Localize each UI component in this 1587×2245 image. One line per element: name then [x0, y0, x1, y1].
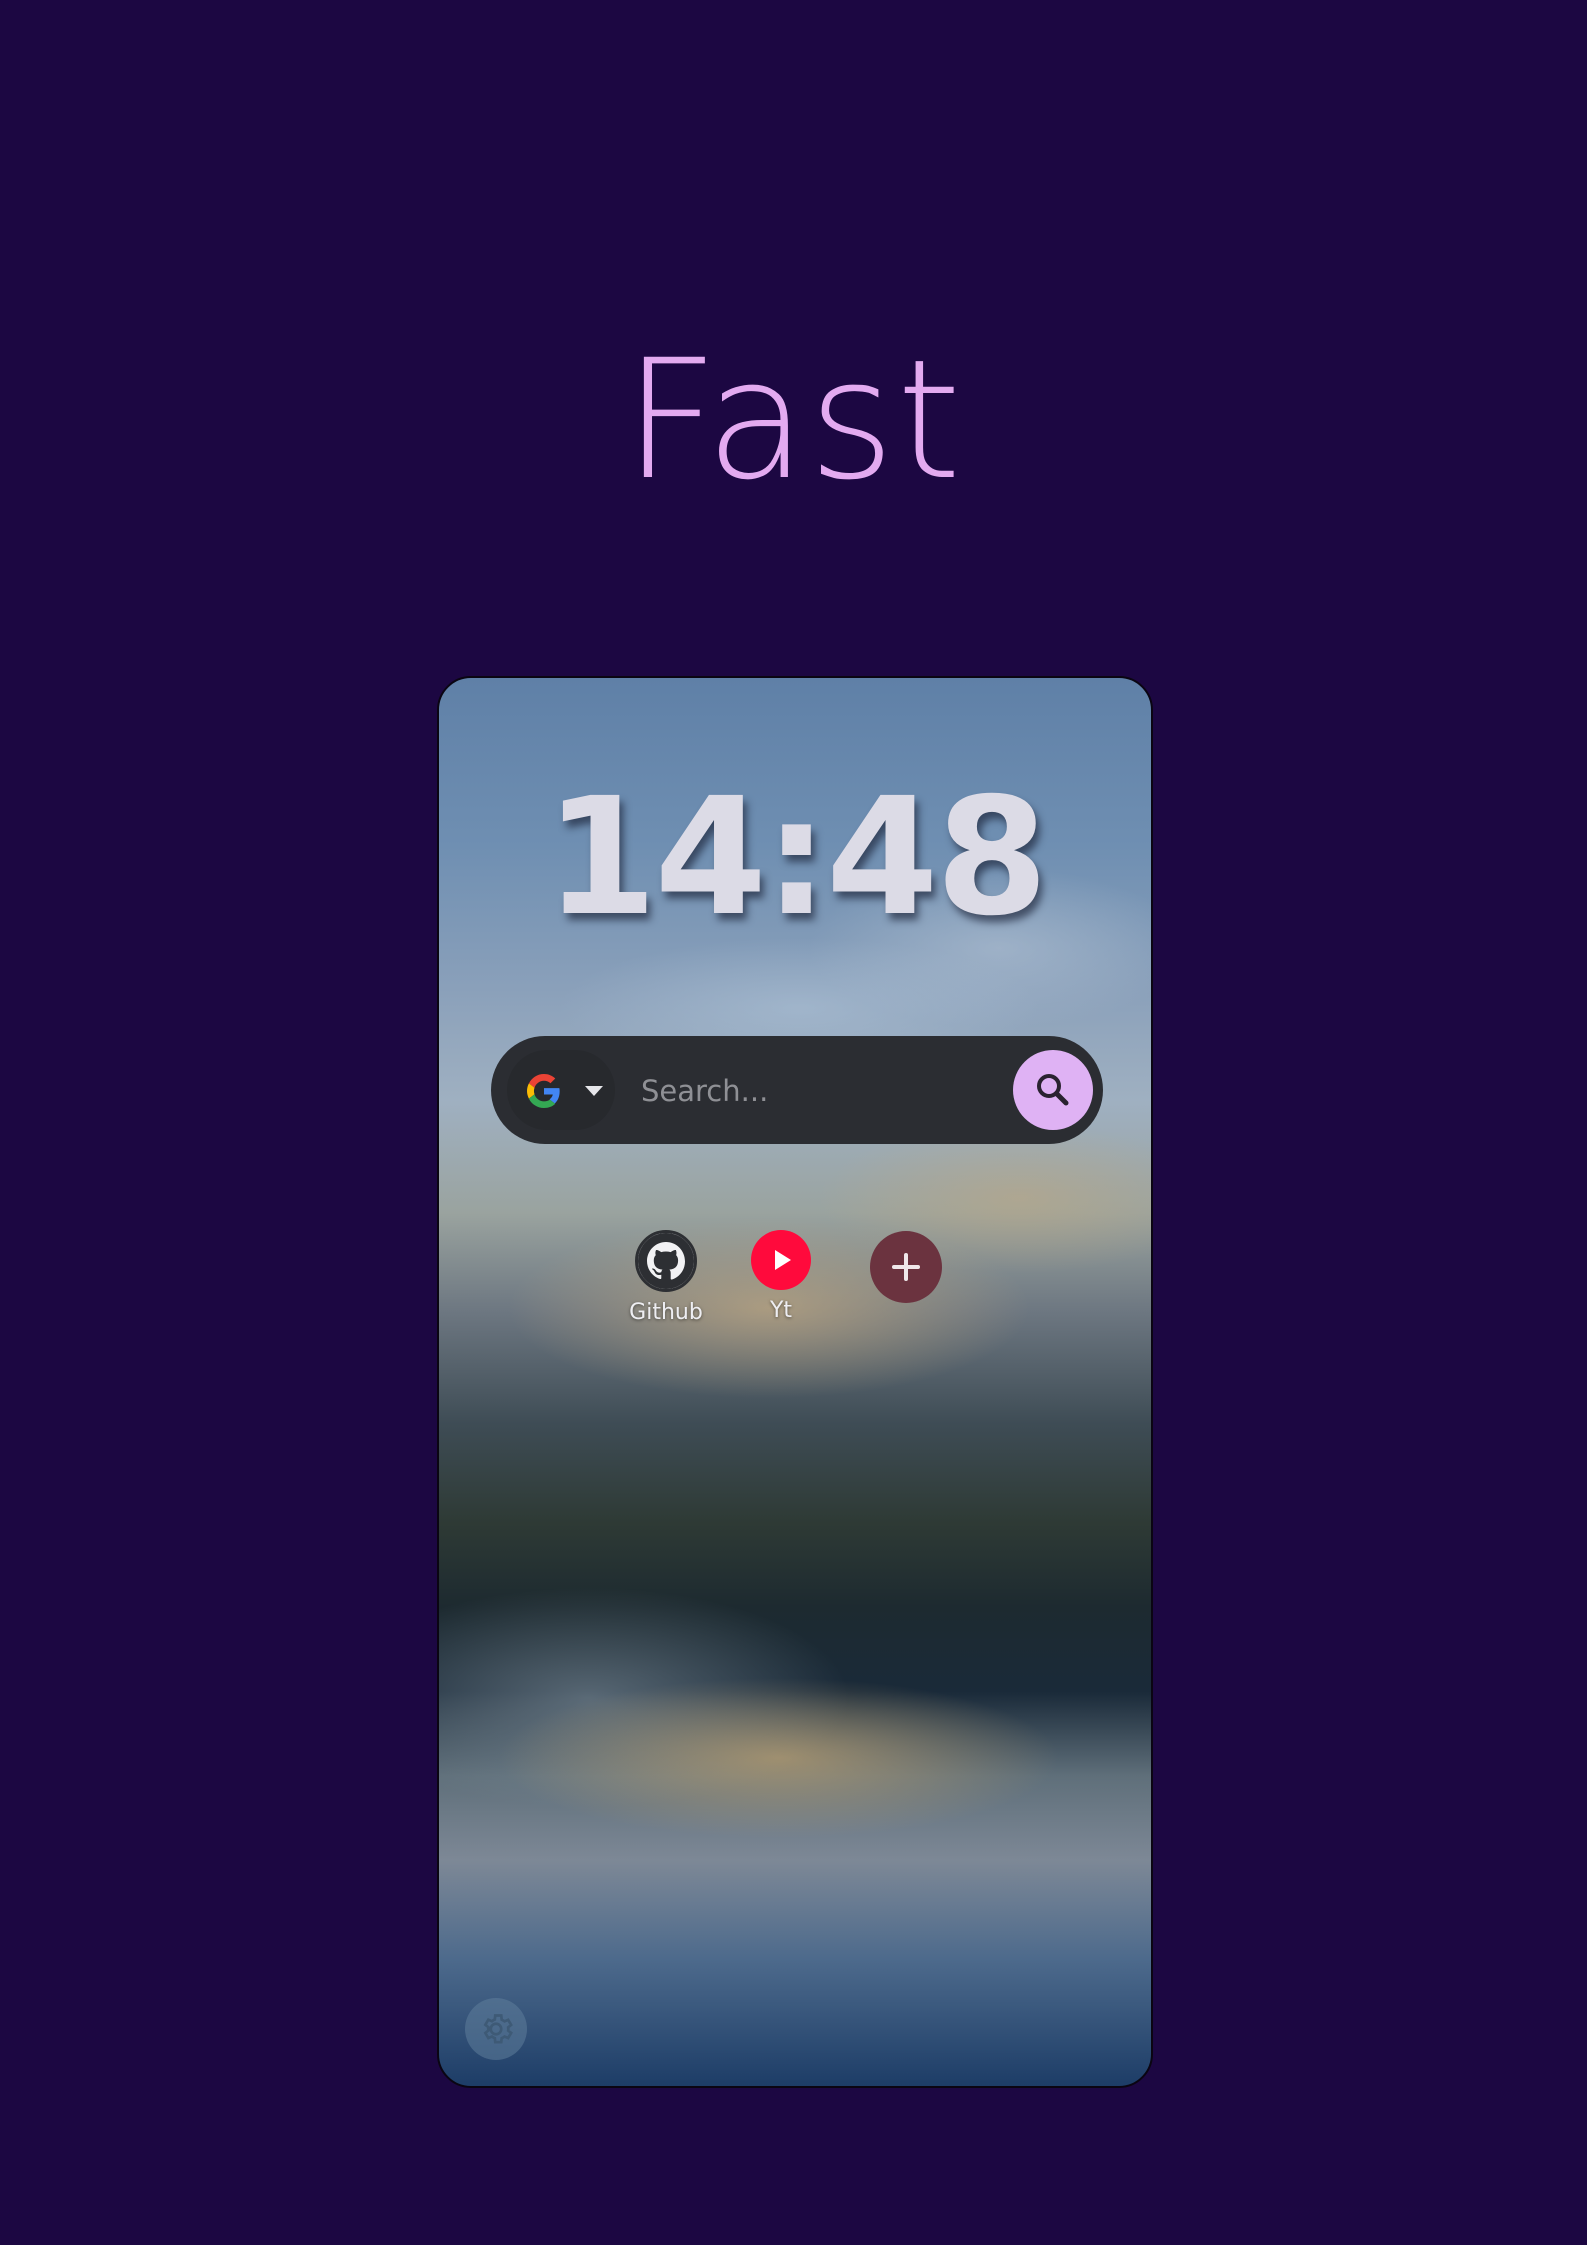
- search-engine-selector[interactable]: [507, 1050, 615, 1130]
- search-icon: [1037, 1074, 1069, 1106]
- google-icon: [527, 1074, 560, 1108]
- shortcut-yt[interactable]: Yt: [726, 1230, 836, 1323]
- search-button[interactable]: [1013, 1050, 1093, 1130]
- shortcut-label: Yt: [769, 1298, 793, 1323]
- chevron-down-icon: [585, 1086, 603, 1096]
- gear-icon: [483, 2014, 513, 2044]
- page-headline: Fast: [623, 324, 964, 516]
- search-bar: [491, 1036, 1103, 1144]
- github-icon: [635, 1230, 697, 1292]
- clock-time: 14:48: [544, 764, 1049, 952]
- settings-button[interactable]: [465, 1998, 527, 2060]
- youtube-icon: [751, 1230, 811, 1290]
- search-input[interactable]: [639, 1062, 993, 1120]
- shortcut-github[interactable]: Github: [611, 1230, 721, 1325]
- phone-screen: 14:48 Github: [437, 676, 1153, 2088]
- shortcut-label: Github: [629, 1300, 703, 1325]
- add-shortcut-button[interactable]: [870, 1231, 942, 1303]
